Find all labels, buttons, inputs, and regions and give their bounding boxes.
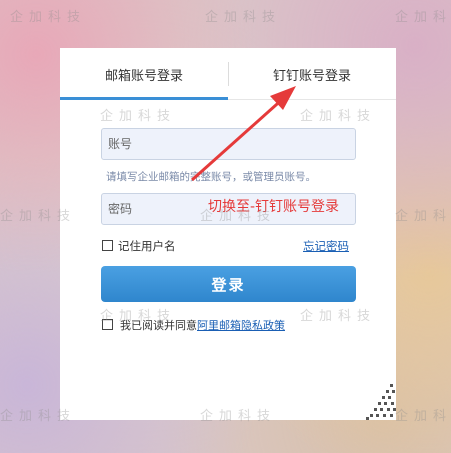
account-input[interactable] — [101, 128, 356, 160]
remember-username-label: 记住用户名 — [118, 239, 176, 253]
qr-code-icon[interactable] — [356, 378, 396, 420]
forgot-password-link[interactable]: 忘记密码 — [303, 238, 349, 254]
login-button[interactable]: 登录 — [101, 266, 356, 302]
agree-prefix: 我已阅读并同意 — [120, 319, 197, 332]
privacy-policy-link[interactable]: 阿里邮箱隐私政策 — [197, 319, 285, 332]
account-hint: 请填写企业邮箱的完整账号，或管理员账号。 — [106, 171, 316, 183]
annotation-label: 切换至-钉钉账号登录 — [208, 199, 340, 215]
watermark-text: 企加科技 — [395, 10, 451, 25]
watermark-text: 企加科技 — [395, 209, 451, 224]
remember-username-checkbox[interactable] — [102, 240, 113, 251]
tab-dingtalk-login[interactable]: 钉钉账号登录 — [228, 48, 396, 100]
tab-email-login[interactable]: 邮箱账号登录 — [60, 48, 228, 100]
active-tab-indicator — [60, 97, 228, 100]
agree-policy-checkbox[interactable] — [102, 319, 113, 330]
agree-policy-text: 我已阅读并同意阿里邮箱隐私政策 — [120, 317, 285, 333]
watermark-text: 企加科技 — [10, 10, 87, 25]
login-tabs: 邮箱账号登录 钉钉账号登录 — [60, 48, 396, 100]
watermark-text: 企加科技 — [395, 409, 451, 424]
watermark-text: 企加科技 — [205, 10, 282, 25]
login-panel: 邮箱账号登录 钉钉账号登录 请填写企业邮箱的完整账号，或管理员账号。 记住用户名… — [60, 48, 396, 420]
